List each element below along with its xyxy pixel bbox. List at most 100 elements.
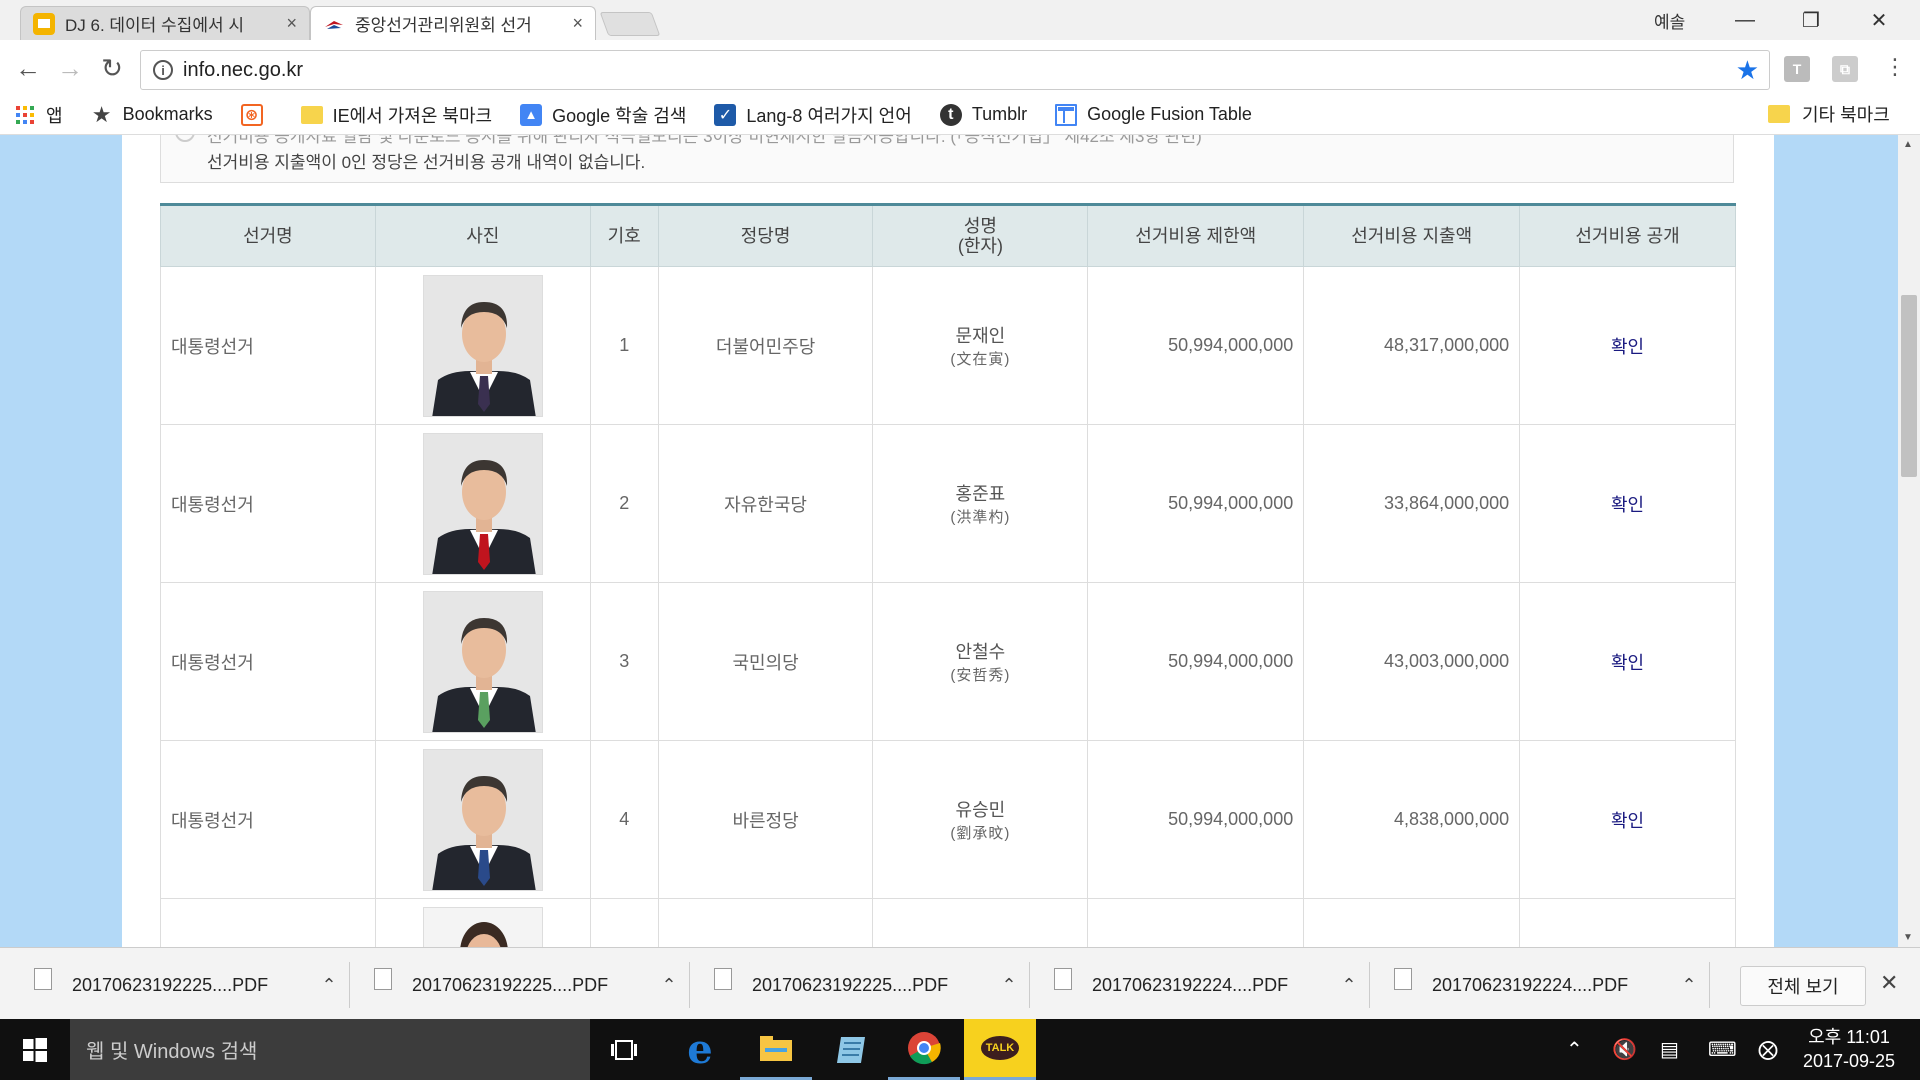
file-icon — [374, 968, 392, 990]
chrome-browser-icon[interactable] — [888, 1019, 960, 1080]
candidate-name: 문재인 — [955, 326, 1006, 346]
cell-election: 대통령선거 — [160, 424, 376, 583]
url-text[interactable]: info.nec.go.kr — [183, 59, 1736, 82]
cell-spent: 33,864,000,000 — [1303, 424, 1520, 583]
star-icon: ★ — [91, 101, 112, 127]
extension-t-icon[interactable]: T — [1784, 56, 1810, 82]
table-row: 대통령선거 3 국민의당 안철수 (安哲秀) 50,994,000,000 43,… — [160, 582, 1736, 741]
taskbar-clock[interactable]: 오후 11:01 2017-09-25 — [1794, 1025, 1904, 1073]
cell-photo — [374, 582, 591, 741]
candidate-photo — [422, 748, 543, 891]
browser-tab-1[interactable]: DJ 6. 데이터 수집에서 시 × — [20, 6, 310, 40]
notification-center-icon[interactable]: ▤ — [1660, 1037, 1679, 1062]
folder-icon — [300, 104, 323, 126]
cell-spent: 48,317,000,000 — [1303, 266, 1520, 425]
confirm-link[interactable]: 확인 — [1519, 266, 1736, 425]
confirm-link[interactable]: 확인 — [1519, 740, 1736, 899]
clock-date: 2017-09-25 — [1802, 1051, 1896, 1071]
chevron-up-icon[interactable]: ⌃ — [309, 975, 349, 996]
scroll-down-arrow-icon[interactable]: ▼ — [1903, 932, 1913, 943]
chevron-up-icon[interactable]: ⌃ — [989, 975, 1029, 996]
candidate-photo — [422, 906, 543, 947]
bookmark-lang8[interactable]: ✓ Lang-8 여러가지 언어 — [714, 102, 912, 128]
windows-start-icon[interactable] — [0, 1019, 70, 1080]
chevron-up-icon[interactable]: ⌃ — [1329, 975, 1369, 996]
bookmark-xampp[interactable]: ⊛ — [240, 103, 273, 126]
keyboard-icon[interactable]: ⌨ — [1708, 1037, 1737, 1062]
back-arrow-icon[interactable]: ← — [10, 50, 46, 86]
profile-name[interactable]: 예솔 — [1654, 8, 1685, 33]
notepad-app-icon[interactable] — [816, 1019, 888, 1080]
file-icon — [1394, 968, 1412, 990]
volume-muted-icon[interactable]: 🔇 — [1612, 1037, 1637, 1062]
header-name-sub: (한자) — [957, 236, 1003, 256]
close-circle-icon[interactable]: ⨂ — [1758, 1037, 1778, 1062]
minimize-button[interactable]: — — [1712, 0, 1778, 40]
download-item[interactable]: 20170623192225....PDF ⌃ — [20, 962, 350, 1008]
bookmark-star-icon[interactable]: ★ — [1736, 55, 1759, 86]
kakaotalk-icon[interactable]: TALK — [964, 1019, 1036, 1080]
page-scrollbar[interactable]: ▲ ▼ — [1898, 135, 1920, 947]
download-item[interactable]: 20170623192225....PDF ⌃ — [700, 962, 1030, 1008]
bookmark-google-scholar[interactable]: ▲ Google 학술 검색 — [520, 102, 686, 128]
download-filename: 20170623192225....PDF — [72, 974, 269, 995]
download-filename: 20170623192224....PDF — [1092, 974, 1289, 995]
cell-election: 대통령선거 — [160, 582, 376, 741]
notice-box: 선거비용 공개자료 열람 및 다운로드 등시를 위해 판리자 적극열모리는 3이… — [160, 135, 1734, 183]
header-spent: 선거비용 지출액 — [1303, 204, 1521, 267]
browser-tab-2[interactable]: 중앙선거관리위원회 선거 × — [310, 6, 596, 40]
confirm-link[interactable]: 확인 — [1519, 582, 1736, 741]
close-window-button[interactable]: ✕ — [1846, 0, 1912, 40]
bookmark-other-folder[interactable]: 기타 북마크 — [1768, 101, 1890, 127]
cell-party: 더불어민주당 — [657, 266, 873, 425]
folder-icon — [1768, 105, 1790, 123]
confirm-link[interactable]: 확인 — [1519, 424, 1736, 583]
edge-browser-icon[interactable]: e — [664, 1019, 736, 1080]
download-item[interactable]: 20170623192224....PDF ⌃ — [1380, 962, 1710, 1008]
download-item[interactable]: 20170623192224....PDF ⌃ — [1040, 962, 1370, 1008]
tray-chevron-up-icon[interactable]: ⌃ — [1566, 1037, 1583, 1062]
page-content: 선거비용 공개자료 열람 및 다운로드 등시를 위해 판리자 적극열모리는 3이… — [122, 135, 1774, 947]
downloads-shelf: 20170623192225....PDF ⌃ 20170623192225..… — [0, 947, 1920, 1019]
bookmark-ie-folder[interactable]: IE에서 가져온 북마크 — [300, 102, 492, 128]
file-explorer-icon[interactable] — [740, 1019, 812, 1080]
bookmark-apps[interactable]: 앱 — [14, 102, 63, 128]
cell-limit: 50,994,000,000 — [1087, 740, 1304, 899]
tab-close-icon[interactable]: × — [572, 13, 583, 34]
download-item[interactable]: 20170623192225....PDF ⌃ — [360, 962, 690, 1008]
cell-party: 자유한국당 — [657, 424, 873, 583]
extension-cast-icon[interactable]: ⧉ — [1832, 56, 1858, 82]
maximize-button[interactable]: ❐ — [1778, 0, 1844, 40]
bookmark-fusion-tables[interactable]: Google Fusion Table — [1055, 103, 1252, 126]
scroll-up-arrow-icon[interactable]: ▲ — [1903, 139, 1913, 150]
address-bar[interactable]: i info.nec.go.kr ★ — [140, 50, 1770, 90]
close-shelf-icon[interactable]: ✕ — [1880, 970, 1898, 996]
reload-icon[interactable]: ↻ — [94, 50, 130, 86]
checkmark-icon: ✓ — [714, 103, 737, 126]
cell-name: 문재인 (文在寅) — [872, 266, 1088, 425]
cell-party: 국민의당 — [657, 582, 873, 741]
table-row: 대통령선거 2 자유한국당 홍준표 (洪準杓) 50,994,000,000 33… — [160, 424, 1736, 583]
scroll-thumb[interactable] — [1901, 295, 1917, 477]
xampp-icon: ⊛ — [240, 103, 263, 126]
windows-search-input[interactable]: 웹 및 Windows 검색 — [70, 1019, 590, 1080]
bookmark-tumblr[interactable]: t Tumblr — [939, 103, 1027, 126]
download-filename: 20170623192225....PDF — [412, 974, 609, 995]
cell-photo — [374, 740, 591, 899]
candidate-photo — [422, 432, 543, 575]
task-view-icon[interactable] — [588, 1019, 660, 1080]
candidate-hanja: (洪準杓) — [950, 509, 1011, 526]
menu-kebab-icon[interactable]: ⋮ — [1880, 54, 1910, 80]
table-row: 대통령선거 1 더불어민주당 문재인 (文在寅) 50,994,000,000 4… — [160, 266, 1736, 425]
table-body: 대통령선거 1 더불어민주당 문재인 (文在寅) 50,994,000,000 4… — [160, 266, 1736, 947]
new-tab-button[interactable] — [599, 12, 661, 36]
show-all-downloads-button[interactable]: 전체 보기 — [1740, 966, 1866, 1006]
chevron-up-icon[interactable]: ⌃ — [1669, 975, 1709, 996]
cell-disclose — [1519, 898, 1736, 947]
bookmark-label: 앱 — [46, 105, 63, 126]
forward-arrow-icon[interactable]: → — [52, 50, 88, 86]
chevron-up-icon[interactable]: ⌃ — [649, 975, 689, 996]
tab-close-icon[interactable]: × — [286, 13, 297, 34]
site-info-icon[interactable]: i — [153, 60, 173, 80]
bookmark-bookmarks[interactable]: ★ Bookmarks — [91, 101, 213, 127]
